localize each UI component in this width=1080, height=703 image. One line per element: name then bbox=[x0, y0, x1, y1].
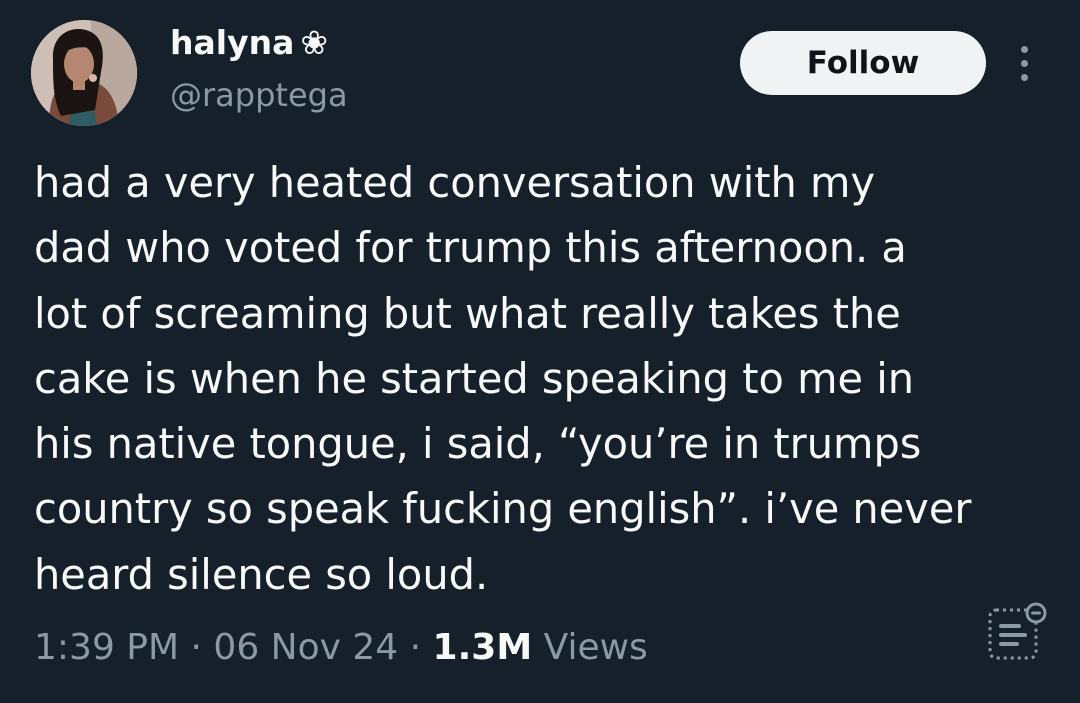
meta-separator: · bbox=[409, 627, 422, 668]
tweet-metadata: 1:39 PM · 06 Nov 24 · 1.3M Views bbox=[34, 622, 648, 674]
tweet-card: halyna ❀ @rapptega Follow had a very heat… bbox=[0, 0, 1080, 703]
views-label: Views bbox=[543, 627, 648, 668]
display-name-text: halyna bbox=[170, 23, 295, 62]
user-handle[interactable]: @rapptega bbox=[170, 74, 348, 116]
flower-icon: ❀ bbox=[300, 23, 329, 62]
tweet-text: had a very heated conversation with my d… bbox=[34, 150, 1054, 607]
tweet-text-line: heard silence so loud. bbox=[34, 549, 489, 599]
follow-button[interactable]: Follow bbox=[740, 31, 986, 95]
tweet-text-line: dad who voted for trump this afternoon. … bbox=[34, 223, 907, 273]
summary-icon-graphic bbox=[988, 602, 1047, 660]
tweet-date[interactable]: 06 Nov 24 bbox=[213, 627, 398, 668]
tweet-text-line: country so speak fucking english”. i’ve … bbox=[34, 484, 972, 534]
tweet-time[interactable]: 1:39 PM bbox=[34, 627, 179, 668]
tweet-text-line: had a very heated conversation with my bbox=[34, 158, 876, 207]
avatar-image bbox=[31, 20, 137, 126]
grok-summary-icon[interactable] bbox=[986, 600, 1050, 664]
tweet-text-line: his native tongue, i said, “you’re in tr… bbox=[34, 419, 922, 469]
avatar[interactable] bbox=[31, 20, 137, 126]
tweet-text-line: cake is when he started speaking to me i… bbox=[34, 353, 915, 403]
tweet-text-line: lot of screaming but what really takes t… bbox=[34, 288, 901, 338]
more-vertical-icon[interactable] bbox=[1010, 42, 1040, 86]
views-count: 1.3M bbox=[432, 627, 533, 668]
meta-separator: · bbox=[190, 627, 202, 668]
display-name[interactable]: halyna ❀ bbox=[170, 21, 328, 65]
